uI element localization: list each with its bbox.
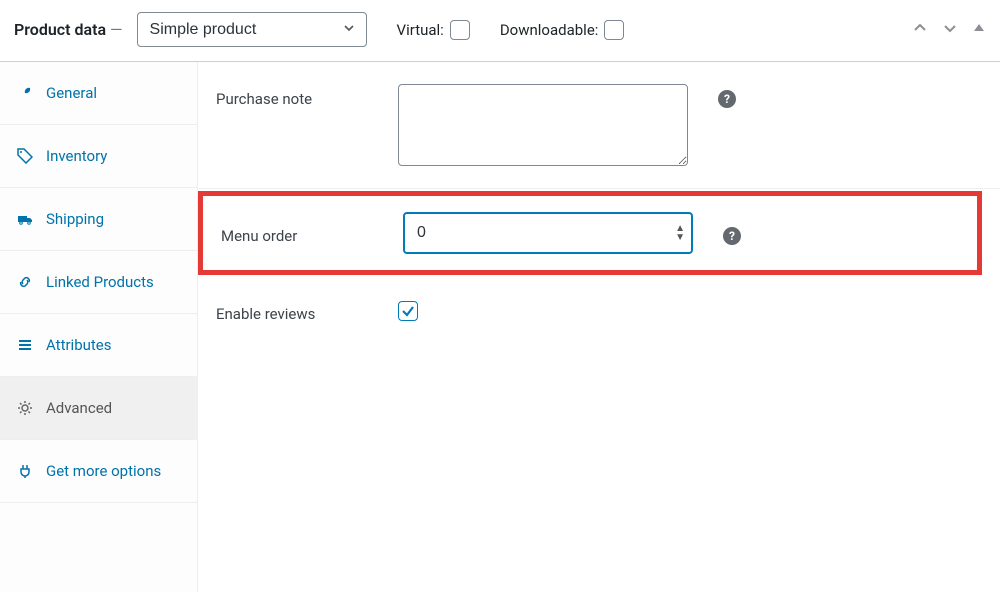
menu-order-input-wrap: ▲ ▼: [403, 212, 693, 254]
enable-reviews-checkbox[interactable]: [398, 301, 418, 321]
tab-label: Attributes: [46, 336, 112, 354]
list-icon: [16, 337, 34, 353]
move-down-icon[interactable]: [942, 20, 958, 40]
collapse-icon[interactable]: [972, 20, 986, 40]
menu-order-input[interactable]: [403, 212, 693, 254]
spinner-down-icon[interactable]: ▼: [675, 234, 685, 241]
title-dash: —: [110, 20, 123, 39]
tab-attributes[interactable]: Attributes: [0, 314, 197, 377]
menu-order-highlight: Menu order ▲ ▼ ?: [198, 191, 982, 275]
tab-label: Shipping: [46, 210, 104, 228]
downloadable-group: Downloadable:: [500, 20, 625, 40]
downloadable-checkbox[interactable]: [604, 20, 624, 40]
product-data-tabs: General Inventory Shipping Linked Produc…: [0, 62, 198, 592]
virtual-checkbox[interactable]: [450, 20, 470, 40]
purchase-note-label: Purchase note: [216, 84, 376, 108]
number-spinner: ▲ ▼: [675, 225, 685, 241]
advanced-panel: Purchase note ? Menu order ▲ ▼ ? Enable …: [198, 62, 1000, 592]
tag-icon: [16, 148, 34, 164]
spinner-up-icon[interactable]: ▲: [675, 225, 685, 232]
virtual-group: Virtual:: [397, 20, 470, 40]
gear-icon: [16, 400, 34, 416]
downloadable-label: Downloadable:: [500, 21, 599, 39]
panel-toggle-controls: [912, 20, 986, 40]
tab-get-more-options[interactable]: Get more options: [0, 440, 197, 503]
virtual-label: Virtual:: [397, 21, 444, 39]
tab-advanced[interactable]: Advanced: [0, 377, 197, 440]
purchase-note-row: Purchase note ?: [198, 62, 1000, 189]
product-type-select[interactable]: Simple product: [137, 12, 367, 47]
plug-icon: [16, 463, 34, 479]
enable-reviews-label: Enable reviews: [216, 299, 376, 323]
move-up-icon[interactable]: [912, 20, 928, 40]
help-icon[interactable]: ?: [718, 90, 736, 108]
link-icon: [16, 274, 34, 290]
wrench-icon: [16, 85, 34, 101]
tab-label: Get more options: [46, 462, 161, 480]
menu-order-row: Menu order ▲ ▼ ?: [203, 212, 977, 254]
truck-icon: [16, 211, 34, 227]
product-data-header: Product data — Simple product Virtual: D…: [0, 0, 1000, 62]
tab-inventory[interactable]: Inventory: [0, 125, 197, 188]
tab-general[interactable]: General: [0, 62, 197, 125]
purchase-note-textarea[interactable]: [398, 84, 688, 166]
product-data-body: General Inventory Shipping Linked Produc…: [0, 62, 1000, 592]
tab-label: Inventory: [46, 147, 107, 165]
tab-shipping[interactable]: Shipping: [0, 188, 197, 251]
help-icon[interactable]: ?: [723, 227, 741, 245]
tab-label: General: [46, 84, 97, 102]
tab-label: Linked Products: [46, 273, 154, 291]
enable-reviews-row: Enable reviews: [198, 277, 1000, 345]
menu-order-label: Menu order: [221, 221, 381, 245]
panel-title: Product data —: [14, 20, 123, 39]
product-type-select-wrap[interactable]: Simple product: [137, 12, 367, 47]
tab-linked-products[interactable]: Linked Products: [0, 251, 197, 314]
tab-label: Advanced: [46, 399, 112, 417]
panel-title-text: Product data: [14, 20, 106, 39]
